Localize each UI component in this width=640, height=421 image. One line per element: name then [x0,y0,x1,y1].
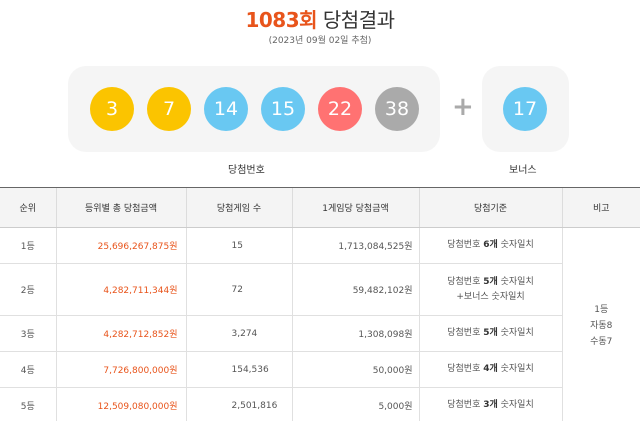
criteria-cell: 당첨번호 5개 숫자일치 +보너스 숫자일치 [418,263,562,316]
criteria-suffix: 숫자일치 [497,364,534,374]
winning-numbers-panel: 3 7 14 15 22 38 [68,66,440,152]
plus-icon: + [452,92,474,122]
round-number: 1083회 [245,8,318,32]
col-criteria: 당첨기준 [418,187,562,228]
winning-ball-2: 7 [147,87,191,131]
prize-table: 순위 등위별 총 당첨금액 당첨게임 수 1게임당 당첨금액 당첨기준 비고 1… [0,187,640,421]
total-prize-cell: 12,509,080,000원 [55,387,186,421]
col-rank: 순위 [0,187,56,228]
criteria-cell: 당첨번호 6개 숫자일치 [418,227,562,264]
criteria-cell: 당첨번호 3개 숫자일치 [418,387,562,421]
col-winning-games: 당첨게임 수 [185,187,292,228]
criteria-count: 3개 [483,400,498,410]
rank-cell: 3등 [0,315,56,352]
note-line-3: 수동7 [590,336,613,347]
criteria-text: 당첨번호 [447,364,484,374]
winning-games-cell: 2,501,816 [185,387,292,421]
total-prize-cell: 4,282,711,344원 [55,263,186,316]
total-prize-cell: 25,696,267,875원 [55,227,186,264]
criteria-suffix: 숫자일치 [497,240,534,250]
rank-cell: 4등 [0,351,56,388]
total-prize-cell: 7,726,800,000원 [55,351,186,388]
draw-date: (2023년 09월 02일 추첨) [268,36,372,46]
criteria-count: 6개 [483,240,498,250]
prize-per-game-cell: 50,000원 [291,351,419,388]
table-row: 1등 25,696,267,875원 15 1,713,084,525원 당첨번… [0,227,640,421]
criteria-cell: 당첨번호 4개 숫자일치 [418,351,562,388]
col-prize-per-game: 1게임당 당첨금액 [291,187,419,228]
criteria-cell: 당첨번호 5개 숫자일치 [418,315,562,352]
rank-cell: 1등 [0,227,56,264]
criteria-text: 당첨번호 [447,400,484,410]
winning-ball-1: 3 [90,87,134,131]
note-line-1: 1등 [594,304,609,315]
criteria-bonus-text: +보너스 숫자일치 [456,291,525,302]
bonus-label: 보너스 [509,165,537,176]
winning-games-cell: 154,536 [185,351,292,388]
winning-ball-4: 15 [261,87,305,131]
note-line-2: 자동8 [590,320,613,331]
prize-per-game-cell: 1,713,084,525원 [291,227,419,264]
prize-per-game-cell: 1,308,098원 [291,315,419,352]
table-header-row: 순위 등위별 총 당첨금액 당첨게임 수 1게임당 당첨금액 당첨기준 비고 [0,187,640,228]
criteria-count: 5개 [483,276,498,287]
prize-per-game-cell: 59,482,102원 [291,263,419,316]
criteria-suffix: 숫자일치 [497,328,534,338]
criteria-suffix: 숫자일치 [497,400,534,410]
criteria-count: 4개 [483,364,498,374]
winning-games-cell: 3,274 [185,315,292,352]
bonus-number-panel: 17 [482,66,569,152]
winning-ball-3: 14 [204,87,248,131]
winning-numbers-label: 당첨번호 [228,165,265,176]
note-cell: 1등 자동8 수동7 [561,227,640,421]
winning-ball-5: 22 [318,87,362,131]
table-row: 3등 4,282,712,852원 3,274 1,308,098원 당첨번호 … [0,315,640,352]
col-note: 비고 [561,187,640,228]
criteria-text: 당첨번호 [447,276,484,287]
rank-cell: 5등 [0,387,56,421]
criteria-suffix: 숫자일치 [497,276,534,287]
bonus-ball: 17 [503,87,547,131]
criteria-text: 당첨번호 [447,240,484,250]
rank-cell: 2등 [0,263,56,316]
table-row: 4등 7,726,800,000원 154,536 50,000원 당첨번호 4… [0,351,640,388]
winning-games-cell: 72 [185,263,292,316]
total-prize-cell: 4,282,712,852원 [55,315,186,352]
criteria-text: 당첨번호 [447,328,484,338]
table-row: 5등 12,509,080,000원 2,501,816 5,000원 당첨번호… [0,387,640,421]
table-row: 2등 4,282,711,344원 72 59,482,102원 당첨번호 5개… [0,263,640,316]
title-suffix: 당첨결과 [317,8,395,32]
prize-per-game-cell: 5,000원 [291,387,419,421]
winning-games-cell: 15 [185,227,292,264]
col-total-prize: 등위별 총 당첨금액 [55,187,186,228]
criteria-count: 5개 [483,328,498,338]
page-title: 1083회 당첨결과 [0,4,640,33]
winning-ball-6: 38 [375,87,419,131]
